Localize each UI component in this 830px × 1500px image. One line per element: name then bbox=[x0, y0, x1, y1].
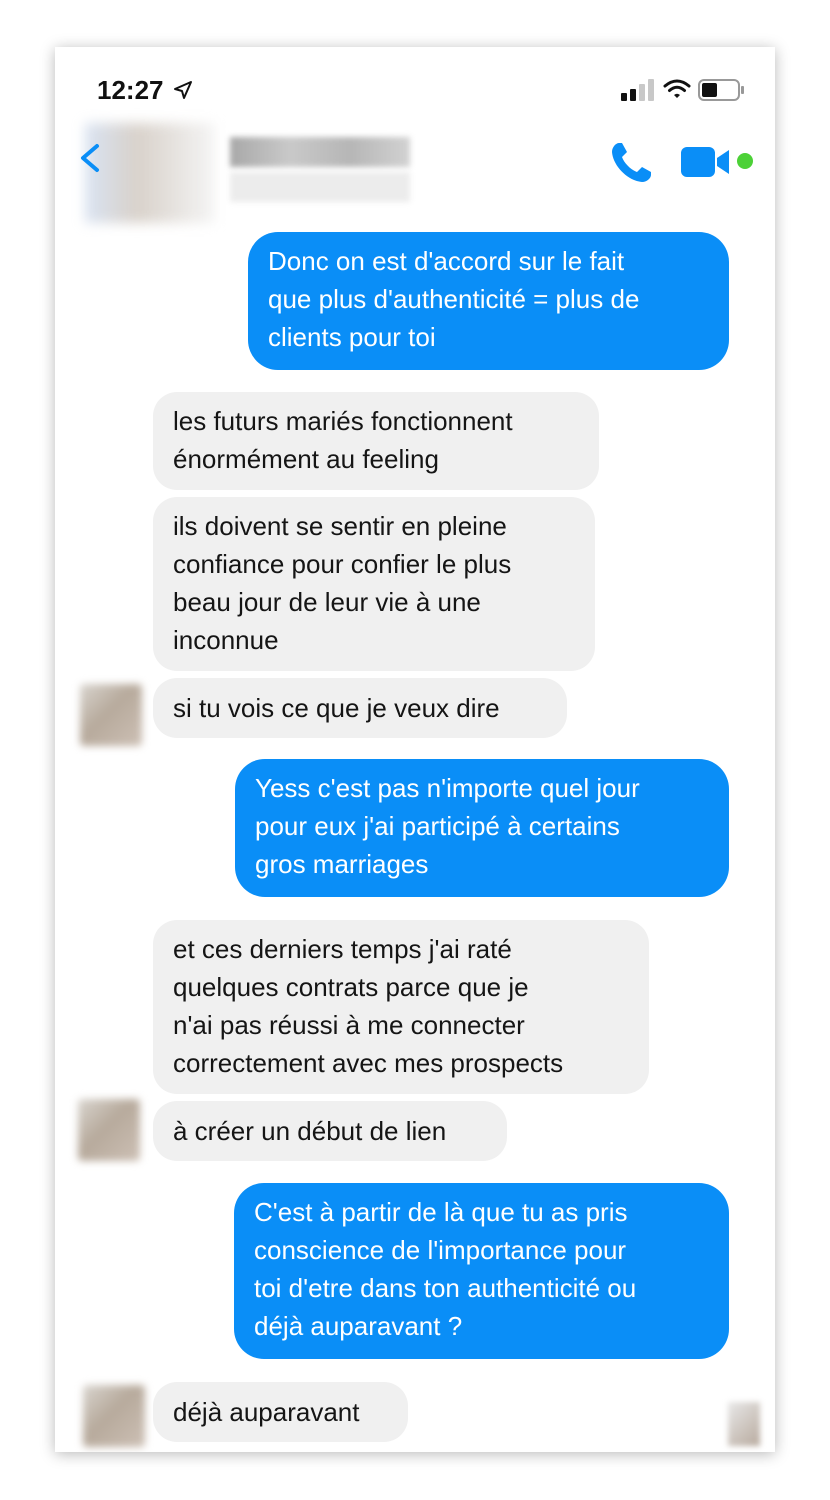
message-incoming[interactable]: les futurs mariés fonctionnent énormémen… bbox=[153, 392, 599, 490]
read-receipt-avatar bbox=[728, 1402, 760, 1446]
location-arrow-icon bbox=[174, 81, 192, 99]
message-incoming[interactable]: et ces derniers temps j'ai raté quelques… bbox=[153, 920, 649, 1094]
message-incoming[interactable]: à créer un début de lien bbox=[153, 1101, 507, 1161]
contact-avatar[interactable] bbox=[78, 1099, 140, 1161]
contact-status bbox=[230, 172, 410, 202]
battery-icon bbox=[698, 79, 744, 101]
contact-avatar[interactable] bbox=[80, 684, 142, 746]
messenger-screen: 12:27 Donc on est d'accord sur le fait q… bbox=[55, 47, 775, 1452]
contact-avatar[interactable] bbox=[85, 123, 215, 223]
message-outgoing[interactable]: C'est à partir de là que tu as pris cons… bbox=[234, 1183, 729, 1359]
message-incoming[interactable]: déjà auparavant bbox=[153, 1382, 408, 1442]
phone-icon[interactable] bbox=[607, 139, 655, 187]
online-indicator bbox=[737, 153, 753, 169]
message-outgoing[interactable]: Donc on est d'accord sur le fait que plu… bbox=[248, 232, 729, 370]
status-time: 12:27 bbox=[97, 75, 164, 105]
contact-name[interactable] bbox=[230, 137, 410, 167]
contact-avatar[interactable] bbox=[83, 1385, 145, 1447]
message-outgoing[interactable]: Yess c'est pas n'importe quel jour pour … bbox=[235, 759, 729, 897]
video-camera-icon[interactable] bbox=[681, 144, 735, 180]
cellular-signal-icon bbox=[621, 79, 654, 101]
chevron-left-icon[interactable] bbox=[77, 143, 103, 173]
message-incoming[interactable]: si tu vois ce que je veux dire bbox=[153, 678, 567, 738]
wifi-icon bbox=[663, 79, 691, 98]
message-incoming[interactable]: ils doivent se sentir en pleine confianc… bbox=[153, 497, 595, 671]
